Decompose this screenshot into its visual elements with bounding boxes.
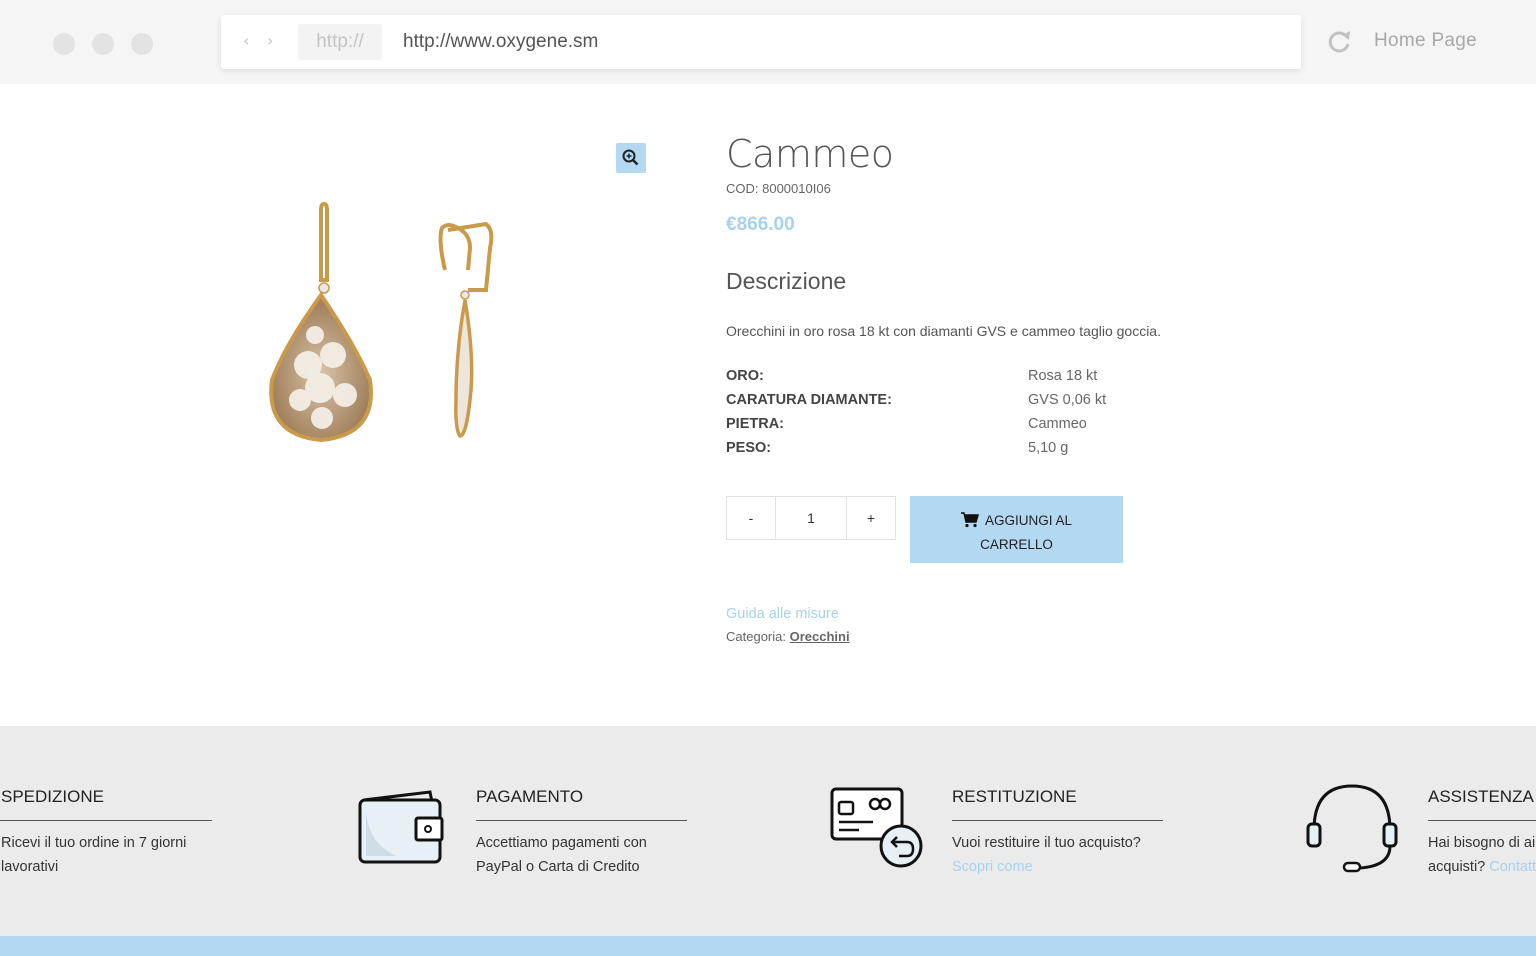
- feature-title: PAGAMENTO: [476, 787, 584, 806]
- feature-text-line1: Accettiamo pagamenti con: [476, 835, 647, 851]
- add-to-cart-button[interactable]: AGGIUNGI AL CARRELLO: [910, 496, 1123, 563]
- feature-divider: [0, 820, 212, 821]
- magnify-icon: [622, 149, 639, 166]
- spec-row: PESO: 5,10 g: [726, 440, 1326, 464]
- wallet-icon: [358, 790, 444, 864]
- description-text: Orecchini in oro rosa 18 kt con diamanti…: [726, 323, 1161, 339]
- reload-icon[interactable]: [1324, 27, 1354, 57]
- feature-text-line1: Hai bisogno di aiuto con i tuoi: [1428, 835, 1536, 851]
- quantity-stepper: - +: [726, 496, 896, 540]
- spec-label: CARATURA DIAMANTE:: [726, 392, 892, 408]
- feature-divider: [476, 820, 687, 821]
- url-text[interactable]: http://www.oxygene.sm: [403, 15, 598, 69]
- forward-arrow-icon[interactable]: ›: [267, 31, 273, 50]
- feature-divider: [1428, 820, 1536, 821]
- window-close-dot[interactable]: [53, 33, 75, 55]
- product-image[interactable]: [190, 130, 610, 530]
- window-minimize-dot[interactable]: [92, 33, 114, 55]
- window-maximize-dot[interactable]: [131, 33, 153, 55]
- spec-row: PIETRA: Cammeo: [726, 416, 1326, 440]
- product-sku: COD: 8000010I06: [726, 181, 831, 196]
- size-guide-link[interactable]: Guida alle misure: [726, 606, 839, 622]
- cart-icon: [960, 512, 979, 528]
- feature-text: Accettiamo pagamenti con PayPal o Carta …: [476, 831, 647, 879]
- spec-label: PESO:: [726, 440, 772, 456]
- add-to-cart-label-line1: AGGIUNGI AL: [984, 513, 1073, 528]
- description-heading: Descrizione: [726, 268, 847, 294]
- spec-value: Cammeo: [1028, 416, 1087, 432]
- feature-link[interactable]: Scopri come: [952, 859, 1033, 875]
- footer-accent-bar: [0, 936, 1536, 956]
- feature-text: Vuoi restituire il tuo acquisto? Scopri …: [952, 831, 1141, 879]
- zoom-button[interactable]: [616, 143, 646, 173]
- category-line: Categoria: Orecchini: [726, 629, 850, 644]
- protocol-badge: http://: [298, 24, 382, 60]
- feature-text-line2: lavorativi: [1, 859, 59, 875]
- product-title: Cammeo: [726, 132, 894, 176]
- feature-text-line2: PayPal o Carta di Credito: [476, 859, 640, 875]
- spec-label: ORO:: [726, 368, 764, 384]
- back-arrow-icon[interactable]: ‹: [243, 31, 249, 50]
- features-bar: SPEDIZIONE Ricevi il tuo ordine in 7 gio…: [0, 726, 1536, 936]
- spec-value: Rosa 18 kt: [1028, 368, 1098, 384]
- spec-value: GVS 0,06 kt: [1028, 392, 1107, 408]
- feature-text-line1: Vuoi restituire il tuo acquisto?: [952, 835, 1141, 851]
- headset-icon: [1306, 784, 1398, 873]
- quantity-decrease-button[interactable]: -: [727, 497, 776, 539]
- browser-toolbar: ‹ › http:// http://www.oxygene.sm Home P…: [0, 0, 1536, 84]
- spec-row: CARATURA DIAMANTE: GVS 0,06 kt: [726, 392, 1326, 416]
- feature-divider: [952, 820, 1163, 821]
- category-link[interactable]: Orecchini: [790, 629, 850, 644]
- spec-row: ORO: Rosa 18 kt: [726, 368, 1326, 392]
- feature-text: Ricevi il tuo ordine in 7 giorni lavorat…: [1, 831, 186, 879]
- address-bar[interactable]: ‹ › http:// http://www.oxygene.sm: [221, 15, 1301, 69]
- feature-title: SPEDIZIONE: [1, 787, 104, 806]
- feature-text-line1: Ricevi il tuo ordine in 7 giorni: [1, 835, 187, 851]
- card-return-icon: [830, 787, 923, 868]
- spec-value: 5,10 g: [1028, 440, 1069, 456]
- quantity-increase-button[interactable]: +: [846, 497, 895, 539]
- quantity-input[interactable]: [776, 497, 846, 539]
- product-price: €866.00: [726, 214, 795, 235]
- feature-link[interactable]: Contattaci: [1489, 859, 1536, 875]
- add-to-cart-label-line2: CARRELLO: [980, 537, 1053, 552]
- home-page-link[interactable]: Home Page: [1374, 30, 1477, 52]
- feature-text-line2: acquisti?: [1428, 859, 1490, 875]
- feature-title: ASSISTENZA: [1428, 787, 1534, 806]
- category-label: Categoria:: [726, 629, 786, 644]
- spec-label: PIETRA:: [726, 416, 784, 432]
- feature-title: RESTITUZIONE: [952, 787, 1077, 806]
- feature-text: Hai bisogno di aiuto con i tuoi acquisti…: [1428, 831, 1536, 879]
